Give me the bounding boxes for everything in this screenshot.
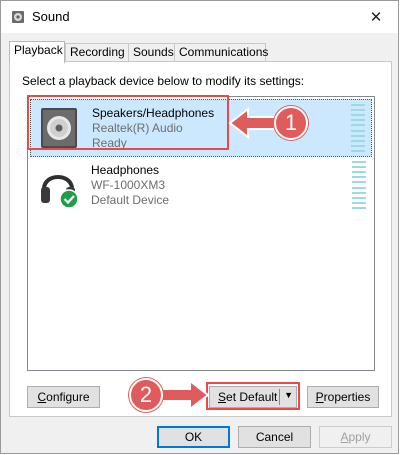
- tab-playback[interactable]: Playback: [9, 41, 65, 63]
- properties-button[interactable]: Properties: [307, 386, 379, 408]
- tab-communications[interactable]: Communications: [174, 43, 268, 61]
- window-title: Sound: [32, 9, 70, 24]
- configure-button[interactable]: Configure: [27, 386, 100, 408]
- highlight-box-device: [27, 95, 229, 150]
- callout-badge-2: 2: [129, 378, 163, 412]
- ok-button[interactable]: OK: [157, 426, 230, 448]
- title-bar: Sound ✕: [1, 1, 398, 33]
- device-status: Default Device: [91, 193, 170, 207]
- highlight-box-set-default: [206, 382, 300, 410]
- instruction-text: Select a playback device below to modify…: [22, 74, 305, 88]
- cancel-button[interactable]: Cancel: [238, 426, 311, 448]
- speaker-icon: [12, 11, 24, 23]
- level-meter: [352, 161, 366, 209]
- tab-sounds[interactable]: Sounds: [128, 43, 175, 61]
- headphones-icon: [41, 175, 79, 209]
- close-icon: ✕: [369, 9, 383, 26]
- device-driver: WF-1000XM3: [91, 178, 166, 192]
- apply-button[interactable]: Apply: [319, 426, 392, 448]
- device-item-headphones[interactable]: Headphones WF-1000XM3 Default Device: [30, 157, 372, 215]
- level-meter: [351, 104, 365, 152]
- close-button[interactable]: ✕: [354, 1, 398, 33]
- callout-badge-1: 1: [274, 106, 308, 140]
- device-name: Headphones: [91, 163, 160, 177]
- arrow-icon: [159, 379, 210, 411]
- tab-recording[interactable]: Recording: [65, 43, 129, 61]
